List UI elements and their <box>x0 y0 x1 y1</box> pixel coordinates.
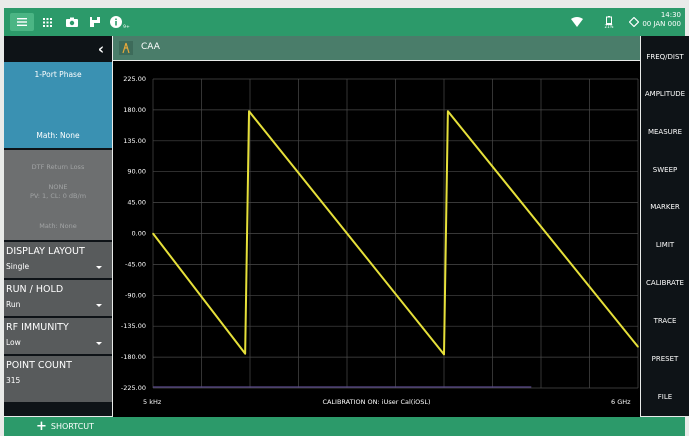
clock: 14:30 00 JAN 000 <box>639 11 681 29</box>
chevron-down-icon <box>96 304 102 307</box>
phase-chart: 225.00 180.00 135.00 90.00 45.00 0.00 -45.00 -9… <box>121 75 639 392</box>
measure-button[interactable]: MEASURE <box>641 114 689 150</box>
bottom-bar: + SHORTCUT <box>4 417 685 436</box>
info-badge: 9+ <box>123 24 130 30</box>
calibrate-button[interactable]: CALIBRATE <box>641 265 689 301</box>
clock-date: 00 JAN 000 <box>642 20 681 28</box>
measurement-header: CAA <box>113 36 640 60</box>
camera-icon[interactable] <box>62 13 82 31</box>
y-tick-label: 0.00 <box>132 230 146 238</box>
y-tick-label: 225.00 <box>123 75 146 83</box>
clock-time: 14:30 <box>660 11 681 19</box>
data-point <box>244 352 246 355</box>
point-count-value: 315 <box>6 376 21 385</box>
rf-immunity-value: Low <box>6 338 21 347</box>
wifi-icon[interactable] <box>566 13 588 31</box>
app-window: 9+ 21% 14:30 00 JAN 000 ‹ 1-Port Phase M… <box>0 0 689 436</box>
point-count-label: POINT COUNT <box>6 360 72 371</box>
chart-area[interactable]: 225.00 180.00 135.00 90.00 45.00 0.00 -45.00 -9… <box>113 61 640 417</box>
info-icon[interactable]: 9+ <box>108 13 132 31</box>
y-tick-label: -180.00 <box>121 353 146 361</box>
display-layout-value: Single <box>6 262 30 271</box>
display-layout-dropdown[interactable]: DISPLAY LAYOUT Single <box>4 242 112 278</box>
y-tick-label: 45.00 <box>127 199 146 207</box>
trace-math: Math: None <box>36 131 80 140</box>
mode-title: CAA <box>141 42 160 52</box>
x-stop-label: 6 GHz <box>611 398 631 406</box>
left-panel: ‹ 1-Port Phase Math: None DTF Return Los… <box>4 36 112 416</box>
y-tick-label: -225.00 <box>121 384 146 392</box>
top-status-bar: 9+ 21% 14:30 00 JAN 000 <box>4 8 685 36</box>
amplitude-button[interactable]: AMPLITUDE <box>641 76 689 112</box>
data-point <box>637 346 639 348</box>
rf-immunity-label: RF IMMUNITY <box>6 322 69 333</box>
freq-dist-button[interactable]: FREQ/DIST <box>641 39 689 75</box>
y-tick-label: -135.00 <box>121 322 146 330</box>
grid-icon[interactable] <box>38 13 56 31</box>
calibration-status: CALIBRATION ON: iUser Cal(iOSL) <box>322 398 431 406</box>
point-count-field[interactable]: POINT COUNT 315 <box>4 356 112 402</box>
trace-card-active[interactable]: 1-Port Phase Math: None <box>4 62 112 148</box>
chevron-down-icon <box>96 266 102 269</box>
antenna-icon <box>119 41 133 55</box>
battery-icon: 21% <box>598 13 620 31</box>
trace-math: Math: None <box>39 222 77 230</box>
menu-icon[interactable] <box>10 13 34 31</box>
chevron-down-icon <box>96 342 102 345</box>
run-hold-value: Run <box>6 300 21 309</box>
shortcut-label: SHORTCUT <box>50 422 95 431</box>
trace-title: DTF Return Loss <box>31 163 85 171</box>
limit-button[interactable]: LIMIT <box>641 227 689 263</box>
trace-title: 1-Port Phase <box>34 70 82 79</box>
y-tick-label: 135.00 <box>123 137 146 145</box>
plus-icon: + <box>36 419 47 434</box>
data-point <box>443 353 445 356</box>
display-layout-label: DISPLAY LAYOUT <box>6 246 85 257</box>
y-tick-label: 180.00 <box>123 106 146 114</box>
y-tick-label: -45.00 <box>125 260 146 268</box>
shortcut-button[interactable]: + SHORTCUT <box>36 419 94 434</box>
file-button[interactable]: FILE <box>641 379 689 415</box>
trace-button[interactable]: TRACE <box>641 303 689 339</box>
chevron-left-icon[interactable]: ‹ <box>98 40 104 58</box>
y-tick-label: 90.00 <box>127 168 146 176</box>
right-menu: FREQ/DIST AMPLITUDE MEASURE SWEEP MARKER… <box>641 36 689 416</box>
battery-percent: 21% <box>604 23 614 29</box>
trace-line2: PV: 1, CL: 0 dB/m <box>29 192 87 200</box>
run-hold-dropdown[interactable]: RUN / HOLD Run <box>4 280 112 316</box>
data-point <box>152 232 154 235</box>
preset-button[interactable]: PRESET <box>641 341 689 377</box>
sweep-button[interactable]: SWEEP <box>641 152 689 188</box>
collapse-row: ‹ <box>4 36 112 61</box>
save-icon[interactable] <box>86 13 104 31</box>
trace-line1: NONE <box>48 183 68 191</box>
marker-button[interactable]: MARKER <box>641 189 689 225</box>
data-point <box>447 110 449 113</box>
trace-card-inactive[interactable]: DTF Return Loss NONE PV: 1, CL: 0 dB/m M… <box>4 150 112 240</box>
y-tick-label: -90.00 <box>125 291 146 299</box>
rf-immunity-dropdown[interactable]: RF IMMUNITY Low <box>4 318 112 354</box>
data-point <box>248 110 250 113</box>
run-hold-label: RUN / HOLD <box>6 284 64 295</box>
